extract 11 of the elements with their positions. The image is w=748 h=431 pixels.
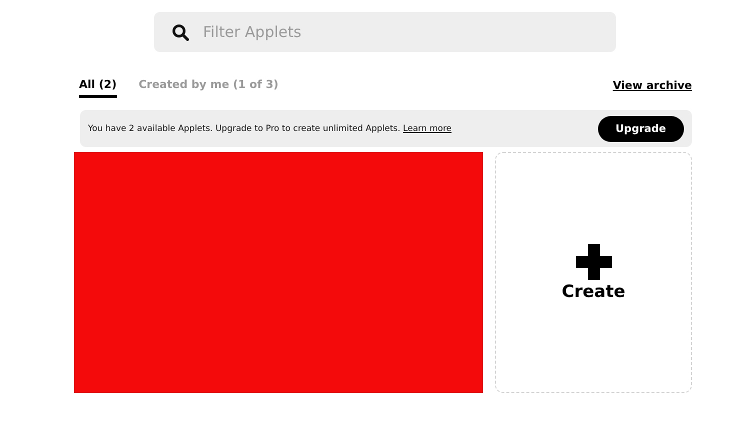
tab[interactable]: All (2) bbox=[79, 76, 117, 98]
search-icon bbox=[172, 24, 189, 41]
upgrade-button[interactable]: Upgrade bbox=[598, 116, 684, 142]
banner-message: You have 2 available Applets. Upgrade to Pro to create unlimited Applets. Learn more bbox=[88, 124, 452, 134]
view-archive-link[interactable]: View archive bbox=[612, 76, 692, 92]
plus-icon bbox=[576, 244, 612, 280]
search-field[interactable]: Filter Applets bbox=[154, 12, 616, 52]
learn-more-link[interactable]: Learn more bbox=[403, 124, 452, 134]
create-label: Create bbox=[562, 282, 626, 302]
create-card[interactable]: Create bbox=[495, 152, 692, 393]
applet-card[interactable] bbox=[74, 152, 483, 393]
